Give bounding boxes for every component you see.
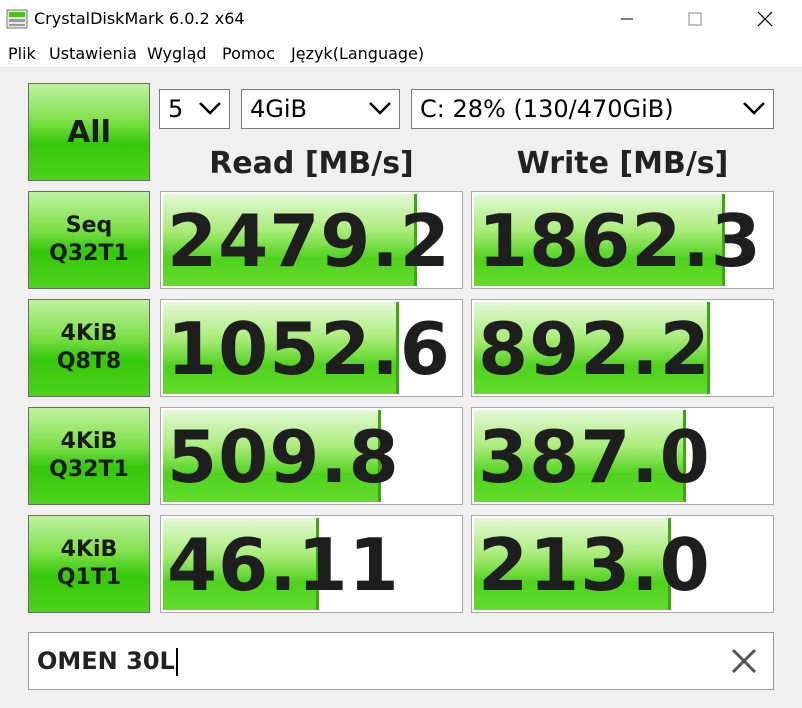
read-result-4kib-q1t1: 46.11 [160, 515, 463, 613]
comment-field[interactable]: OMEN 30L [28, 632, 774, 690]
menu-file[interactable]: Plik [8, 44, 36, 63]
read-value: 509.8 [167, 415, 400, 499]
menu-bar: Plik Ustawienia Wygląd Pomoc Język(Langu… [0, 38, 802, 68]
test-label-line1: 4KiB [60, 537, 118, 562]
menu-settings[interactable]: Ustawienia [49, 44, 137, 63]
write-result-4kib-q1t1: 213.0 [471, 515, 774, 613]
drive-select[interactable]: C: 28% (130/470GiB) [411, 89, 774, 129]
test-label-line2: Q32T1 [49, 241, 129, 266]
test-label-line2: Q8T8 [56, 349, 122, 374]
write-header: Write [MB/s] [516, 146, 729, 181]
text-caret [175, 648, 178, 676]
test-label-line2: Q1T1 [56, 565, 122, 590]
test-count-select[interactable]: 5 [159, 89, 230, 129]
app-icon [6, 9, 28, 29]
seq-q32t1-button[interactable]: Seq Q32T1 [28, 191, 150, 289]
chevron-down-icon [743, 102, 765, 115]
chevron-down-icon [199, 102, 221, 115]
write-value: 892.2 [478, 307, 711, 391]
main-panel: All 5 4GiB C: 28% (130/470GiB) Read [MB/… [0, 68, 802, 708]
title-bar: CrystalDiskMark 6.0.2 x64 [0, 0, 802, 38]
close-icon [757, 11, 773, 27]
comment-value: OMEN 30L [37, 647, 175, 675]
test-label-line1: Seq [65, 213, 113, 238]
drive-value: C: 28% (130/470GiB) [420, 95, 674, 123]
4kib-q32t1-button[interactable]: 4KiB Q32T1 [28, 407, 150, 505]
test-size-value: 4GiB [250, 95, 307, 123]
write-value: 1862.3 [478, 199, 762, 283]
maximize-icon [688, 12, 702, 26]
read-value: 46.11 [167, 523, 400, 607]
test-count-value: 5 [168, 95, 184, 123]
comment-text: OMEN 30L [37, 647, 178, 676]
maximize-button[interactable] [672, 0, 718, 38]
write-result-4kib-q8t8: 892.2 [471, 299, 774, 397]
read-result-4kib-q32t1: 509.8 [160, 407, 463, 505]
read-result-4kib-q8t8: 1052.6 [160, 299, 463, 397]
all-button[interactable]: All [28, 83, 150, 181]
write-result-4kib-q32t1: 387.0 [471, 407, 774, 505]
read-value: 2479.2 [167, 199, 451, 283]
test-label-line1: 4KiB [60, 429, 118, 454]
all-button-label: All [67, 114, 111, 150]
menu-help[interactable]: Pomoc [222, 44, 275, 63]
minimize-button[interactable] [604, 0, 650, 38]
test-label-line2: Q32T1 [49, 457, 129, 482]
clear-icon[interactable] [729, 646, 759, 676]
test-label-line1: 4KiB [60, 321, 118, 346]
read-header: Read [MB/s] [209, 146, 414, 181]
menu-language[interactable]: Język(Language) [291, 44, 424, 63]
read-result-seq-q32t1: 2479.2 [160, 191, 463, 289]
close-button[interactable] [742, 0, 788, 38]
window-title: CrystalDiskMark 6.0.2 x64 [34, 9, 245, 28]
minimize-icon [621, 18, 633, 20]
write-value: 213.0 [478, 523, 711, 607]
chevron-down-icon [369, 102, 391, 115]
test-size-select[interactable]: 4GiB [241, 89, 400, 129]
4kib-q1t1-button[interactable]: 4KiB Q1T1 [28, 515, 150, 613]
write-value: 387.0 [478, 415, 711, 499]
4kib-q8t8-button[interactable]: 4KiB Q8T8 [28, 299, 150, 397]
read-value: 1052.6 [167, 307, 451, 391]
menu-theme[interactable]: Wygląd [147, 44, 207, 63]
write-result-seq-q32t1: 1862.3 [471, 191, 774, 289]
